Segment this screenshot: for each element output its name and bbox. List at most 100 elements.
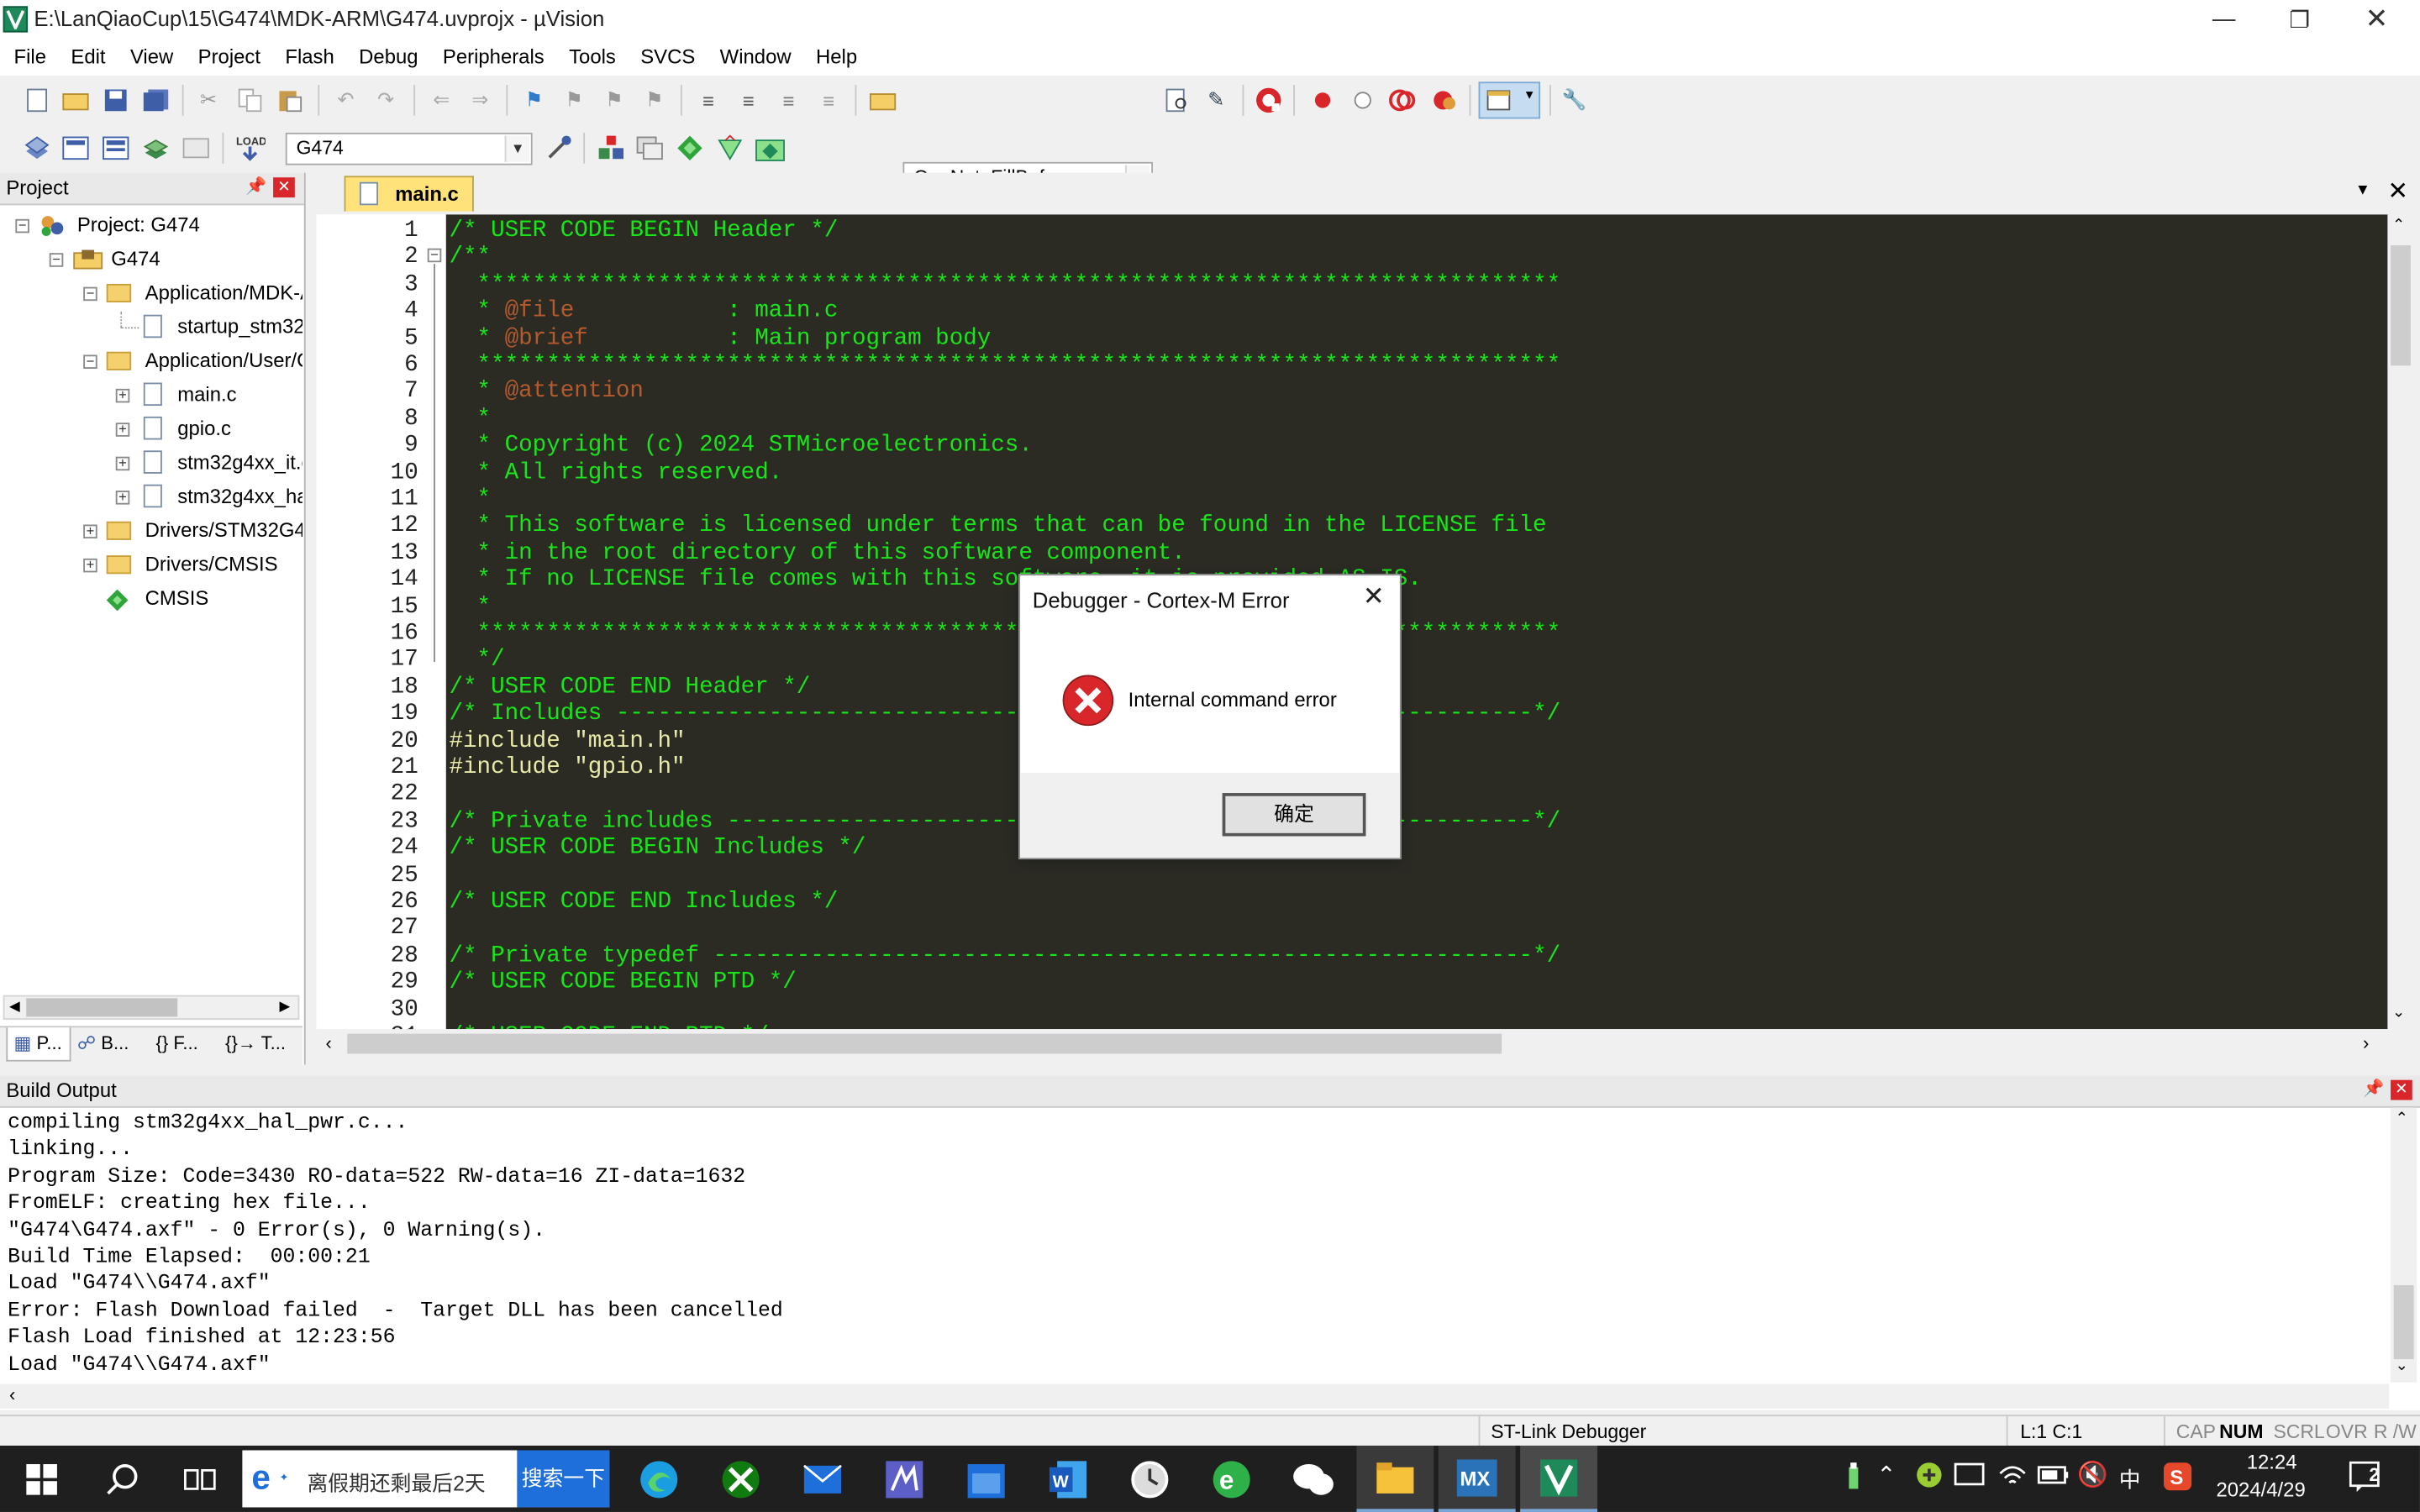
bookmark-icon[interactable]: ⚑	[518, 85, 550, 116]
menu-window[interactable]: Window	[706, 39, 802, 76]
chevron-down-icon[interactable]: ▼	[504, 135, 529, 162]
run-time-environment-icon[interactable]	[755, 133, 786, 164]
translate-icon[interactable]	[22, 133, 53, 164]
pin-icon[interactable]: 📌	[2363, 1079, 2384, 1099]
paste-icon[interactable]	[275, 85, 306, 116]
tab-main-c[interactable]: main.c	[344, 176, 474, 212]
comment-icon[interactable]: ≡	[773, 85, 804, 116]
menu-debug[interactable]: Debug	[345, 39, 429, 76]
stop-build-icon[interactable]	[181, 133, 212, 164]
code-line[interactable]: /**	[449, 244, 491, 271]
menu-project[interactable]: Project	[184, 39, 271, 76]
tab-project[interactable]: ▦ P...	[6, 1027, 71, 1062]
code-line[interactable]: *	[449, 486, 492, 513]
sogou-ime-icon[interactable]: S	[2162, 1461, 2193, 1496]
clock-app-icon[interactable]	[1111, 1446, 1188, 1512]
ok-button[interactable]: 确定	[1222, 793, 1366, 837]
code-line[interactable]: * @brief : Main program body	[449, 325, 992, 352]
fold-toggle-icon[interactable]: −	[427, 248, 442, 263]
window-layout-button[interactable]: ▼	[1478, 81, 1541, 119]
code-line[interactable]: * @file : main.c	[449, 298, 839, 325]
unindent-icon[interactable]: ≡	[733, 85, 764, 116]
editor-vscrollbar[interactable]: ⌃ ⌄	[2387, 214, 2414, 1030]
menu-file[interactable]: File	[0, 39, 57, 76]
menu-tools[interactable]: Tools	[555, 39, 627, 76]
scroll-right-icon[interactable]: ›	[2363, 1032, 2369, 1054]
enable-breakpoint-icon[interactable]	[1347, 85, 1378, 116]
scroll-left-icon[interactable]: ‹	[9, 1384, 15, 1406]
batch-build-icon[interactable]	[140, 133, 171, 164]
close-window-button[interactable]: ✕	[2339, 0, 2413, 39]
cut-icon[interactable]: ✂	[193, 85, 224, 116]
code-line[interactable]: ****************************************…	[449, 352, 1561, 379]
pin-icon[interactable]: 📌	[245, 176, 266, 196]
code-line[interactable]: #include "main.h"	[449, 727, 685, 754]
whiteboard-app-icon[interactable]	[865, 1446, 943, 1512]
editor-hscrollbar[interactable]: ‹ ›	[316, 1030, 2390, 1058]
tree-expander[interactable]: +	[115, 456, 130, 471]
code-line[interactable]: #include "gpio.h"	[449, 754, 685, 781]
menu-view[interactable]: View	[116, 39, 184, 76]
insert-breakpoint-icon[interactable]	[1307, 85, 1339, 116]
save-icon[interactable]	[100, 85, 131, 116]
tree-node-folder-app-mdk[interactable]: − Application/MDK-ARM	[0, 278, 302, 309]
code-line[interactable]: * in the root directory of this software…	[449, 539, 1186, 566]
code-line[interactable]: /* USER CODE END PTD */	[449, 1023, 768, 1029]
battery-usb-icon[interactable]	[1846, 1461, 1861, 1496]
restore-button[interactable]: ❐	[2263, 0, 2337, 39]
find-icon[interactable]	[1160, 85, 1192, 116]
new-file-icon[interactable]	[22, 85, 53, 116]
search-go-button[interactable]: 搜索一下	[517, 1450, 610, 1508]
build-output-hscrollbar[interactable]: ‹	[0, 1383, 2390, 1409]
code-line[interactable]: * @attention	[449, 379, 644, 406]
kill-breakpoints-icon[interactable]	[1429, 85, 1460, 116]
download-load-icon[interactable]: LOAD	[234, 133, 266, 164]
tray-app-green-icon[interactable]	[1915, 1461, 1943, 1494]
select-software-packs-icon[interactable]	[714, 133, 745, 164]
target-combo[interactable]: G474 ▼	[285, 132, 533, 165]
scroll-down-icon[interactable]: ⌄	[2392, 1005, 2405, 1021]
search-icon[interactable]	[83, 1446, 160, 1512]
start-button[interactable]	[3, 1446, 81, 1512]
taskbar-search-box[interactable]: e ✦ 离假期还剩最后2天 搜索一下	[242, 1450, 610, 1508]
tree-node-file-main[interactable]: + main.c	[0, 380, 302, 411]
tree-node-target[interactable]: − G474	[0, 244, 302, 275]
tree-expander[interactable]: +	[115, 422, 130, 437]
code-line[interactable]: /* USER CODE END Includes */	[449, 889, 838, 916]
close-panel-icon[interactable]: ✕	[273, 177, 295, 198]
rebuild-icon[interactable]	[100, 133, 131, 164]
tree-node-file-hal-msp[interactable]: + stm32g4xx_hal_msp.c	[0, 481, 302, 512]
code-line[interactable]: /* USER CODE BEGIN Header */	[449, 218, 838, 244]
tab-functions[interactable]: {} F...	[156, 1032, 198, 1054]
clock-time[interactable]: 12:24	[2226, 1450, 2318, 1473]
scrollbar-thumb[interactable]	[26, 998, 178, 1017]
battery-icon[interactable]	[2037, 1461, 2070, 1494]
scroll-left-icon[interactable]: ‹	[326, 1032, 332, 1054]
tree-node-project[interactable]: − Project: G474	[0, 210, 302, 241]
tree-node-file-startup[interactable]: startup_stm32g474xx.s	[0, 312, 302, 343]
debug-session-icon[interactable]	[1253, 85, 1284, 116]
redo-icon[interactable]: ↷	[371, 85, 402, 116]
disable-breakpoints-icon[interactable]	[1387, 85, 1418, 116]
menu-help[interactable]: Help	[802, 39, 868, 76]
code-line[interactable]: *	[449, 406, 492, 433]
tree-node-cmsis-component[interactable]: CMSIS	[0, 583, 302, 614]
tab-templates[interactable]: {}→ T...	[225, 1032, 286, 1054]
code-line[interactable]: /* USER CODE END Header */	[449, 674, 810, 701]
clear-bookmarks-icon[interactable]: ⚑	[639, 85, 670, 116]
project-hscrollbar[interactable]: ◀ ▶	[3, 995, 300, 1021]
calendar-icon[interactable]	[948, 1446, 1025, 1512]
tab-list-chevron-icon[interactable]: ▼	[2355, 182, 2370, 199]
code-line[interactable]: * Copyright (c) 2024 STMicroelectronics.	[449, 433, 1033, 459]
close-panel-icon[interactable]: ✕	[2391, 1079, 2412, 1100]
file-explorer-icon[interactable]	[1356, 1445, 1434, 1512]
file-extensions-icon[interactable]	[634, 133, 666, 164]
minimize-button[interactable]: —	[2187, 0, 2261, 39]
tree-expander[interactable]: +	[83, 558, 97, 573]
browser-360-icon[interactable]: e	[1193, 1446, 1270, 1512]
mail-icon[interactable]	[784, 1446, 861, 1512]
save-all-icon[interactable]	[140, 85, 171, 116]
code-line[interactable]: * All rights reserved.	[449, 459, 783, 486]
code-line[interactable]: /* USER CODE BEGIN PTD */	[449, 969, 796, 996]
tree-expander[interactable]: +	[83, 524, 97, 539]
